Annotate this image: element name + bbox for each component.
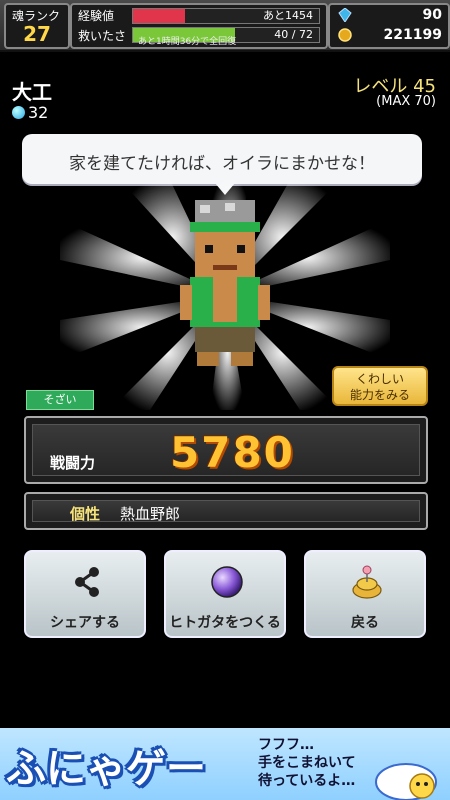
combat-power-panel: 戦闘力 5780 — [24, 416, 428, 484]
trait-value: 熱血野郎 — [120, 505, 181, 523]
ad-logo: ふにゃゲー — [6, 746, 206, 792]
detail-button-line1: くわしい — [355, 372, 404, 386]
speech-text: 家を建てたければ、オイラにまかせな！ — [69, 154, 375, 174]
rescue-recovery-time: あと1時間36分で全回復 — [138, 37, 237, 47]
share-button[interactable]: シェアする — [24, 550, 146, 638]
exp-bar: あと1454 — [132, 8, 320, 24]
share-icon — [75, 567, 99, 597]
exp-remaining: あと1454 — [263, 9, 313, 22]
rescue-label: 救いたさ — [78, 29, 127, 43]
soul-rank-box: 魂ランク 27 — [4, 3, 70, 49]
purple-orb-icon — [211, 566, 243, 598]
ad-copy-line2: 手をこまねいて — [258, 755, 356, 771]
progress-box: 経験値 あと1454 救いたさ 40 / 72 あと1時間36分で全回復 — [70, 3, 328, 49]
create-hitogata-button[interactable]: ヒトガタをつくる — [164, 550, 286, 638]
gold-pile-icon — [352, 565, 382, 599]
blue-crystal-icon — [338, 8, 352, 22]
rescue-value: 40 / 72 — [274, 28, 313, 41]
ad-copy-line3: 待っているよ… — [258, 773, 356, 789]
trait-label: 個性 — [70, 505, 101, 523]
trait-panel: 個性 熱血野郎 — [24, 492, 428, 530]
soul-rank-value: 27 — [23, 22, 51, 46]
create-hitogata-label: ヒトガタをつくる — [169, 615, 281, 631]
speech-bubble: 家を建てたければ、オイラにまかせな！ — [22, 134, 422, 184]
ad-banner[interactable]: ふにゃゲー フフフ… 手をこまねいて 待っているよ… — [0, 728, 450, 800]
character-gems: 32 — [12, 103, 48, 122]
character-level-max: (MAX 70) — [376, 94, 436, 109]
share-button-label: シェアする — [50, 615, 120, 631]
combat-power-value: 5780 — [170, 428, 295, 477]
detail-button-line2: 能力をみる — [349, 388, 410, 402]
back-button-label: 戻る — [351, 615, 379, 631]
ad-copy-line1: フフフ… — [258, 737, 314, 753]
blue-orb-icon — [12, 106, 25, 119]
currency-box: 90 221199 — [328, 3, 450, 49]
coin-count: 221199 — [383, 27, 442, 43]
back-button[interactable]: 戻る — [304, 550, 426, 638]
character-gem-count: 32 — [28, 103, 49, 122]
ad-copy: フフフ… 手をこまねいて 待っているよ… — [258, 736, 356, 790]
exp-bar-fill — [133, 9, 186, 23]
gem-count: 90 — [422, 7, 442, 23]
gold-coin-icon — [338, 28, 352, 42]
exp-label: 経験値 — [78, 9, 115, 23]
status-bar: 魂ランク 27 経験値 あと1454 救いたさ 40 / 72 あと1時間36分… — [0, 0, 450, 52]
job-name: 大工 — [12, 80, 52, 104]
carpenter-sprite — [180, 200, 270, 366]
detail-ability-button[interactable]: くわしい 能力をみる — [332, 366, 428, 406]
combat-power-label: 戦闘力 — [50, 454, 96, 472]
material-tag: そざい — [26, 390, 94, 410]
ad-mascot-icon — [375, 763, 437, 800]
